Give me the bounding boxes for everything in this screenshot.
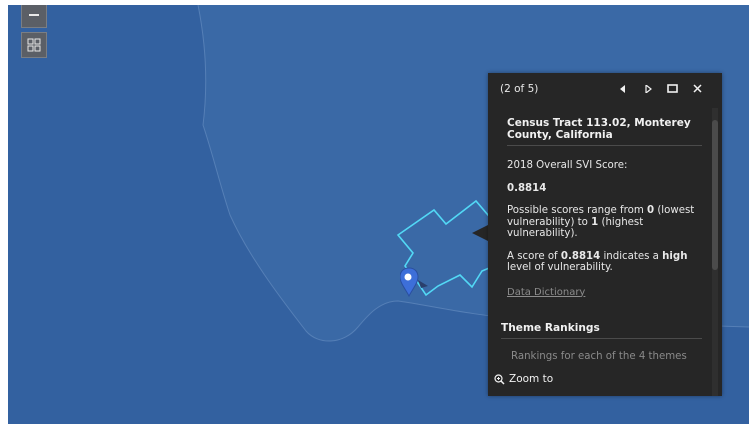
desc-suffix: level of vulnerability. <box>507 262 613 273</box>
rankings-text: Rankings for each of the 4 themes <box>511 351 687 362</box>
zoom-in-icon <box>494 373 505 385</box>
minus-icon <box>29 14 39 16</box>
zoom-to-action[interactable]: Zoom to <box>488 370 553 388</box>
popup-pointer <box>472 225 488 241</box>
score-value: 0.8814 <box>507 182 547 194</box>
zoom-to-label: Zoom to <box>509 373 554 385</box>
desc-level: high <box>662 250 688 262</box>
score-description: A score of 0.8814 indicates a high level… <box>507 251 702 274</box>
previous-feature-button[interactable] <box>610 83 635 96</box>
score-label: 2018 Overall SVI Score: <box>507 160 628 171</box>
range-prefix: Possible scores range from <box>507 205 647 216</box>
close-button[interactable] <box>685 83 710 96</box>
popup-pager: (2 of 5) <box>500 83 539 95</box>
triangle-right-icon <box>644 83 652 94</box>
maximize-button[interactable] <box>660 83 685 96</box>
desc-prefix: A score of <box>507 250 561 262</box>
zoom-out-button[interactable] <box>21 5 47 28</box>
next-feature-button[interactable] <box>635 83 660 96</box>
basemap-gallery-icon <box>27 38 41 52</box>
triangle-left-icon <box>619 84 625 93</box>
popup-scrollbar[interactable] <box>712 108 718 396</box>
basemap-gallery-button[interactable] <box>21 32 47 58</box>
close-icon <box>693 83 702 93</box>
popup-content[interactable]: Census Tract 113.02, Monterey County, Ca… <box>488 105 722 372</box>
feature-popup: (2 of 5) Census Tract 113.02, Monterey C… <box>488 73 722 396</box>
maximize-icon <box>667 83 678 93</box>
desc-score: 0.8814 <box>560 250 601 262</box>
theme-rankings-heading: Theme Rankings <box>501 322 702 339</box>
desc-middle: indicates a <box>600 250 663 262</box>
map-pin-icon <box>399 267 428 298</box>
score-range-text: Possible scores range from 0 (lowest vul… <box>507 205 702 240</box>
location-marker[interactable] <box>399 266 430 306</box>
popup-title: Census Tract 113.02, Monterey County, Ca… <box>507 117 702 146</box>
popup-header: (2 of 5) <box>488 73 722 105</box>
data-dictionary-link[interactable]: Data Dictionary <box>507 287 702 299</box>
scrollbar-thumb[interactable] <box>712 120 718 270</box>
